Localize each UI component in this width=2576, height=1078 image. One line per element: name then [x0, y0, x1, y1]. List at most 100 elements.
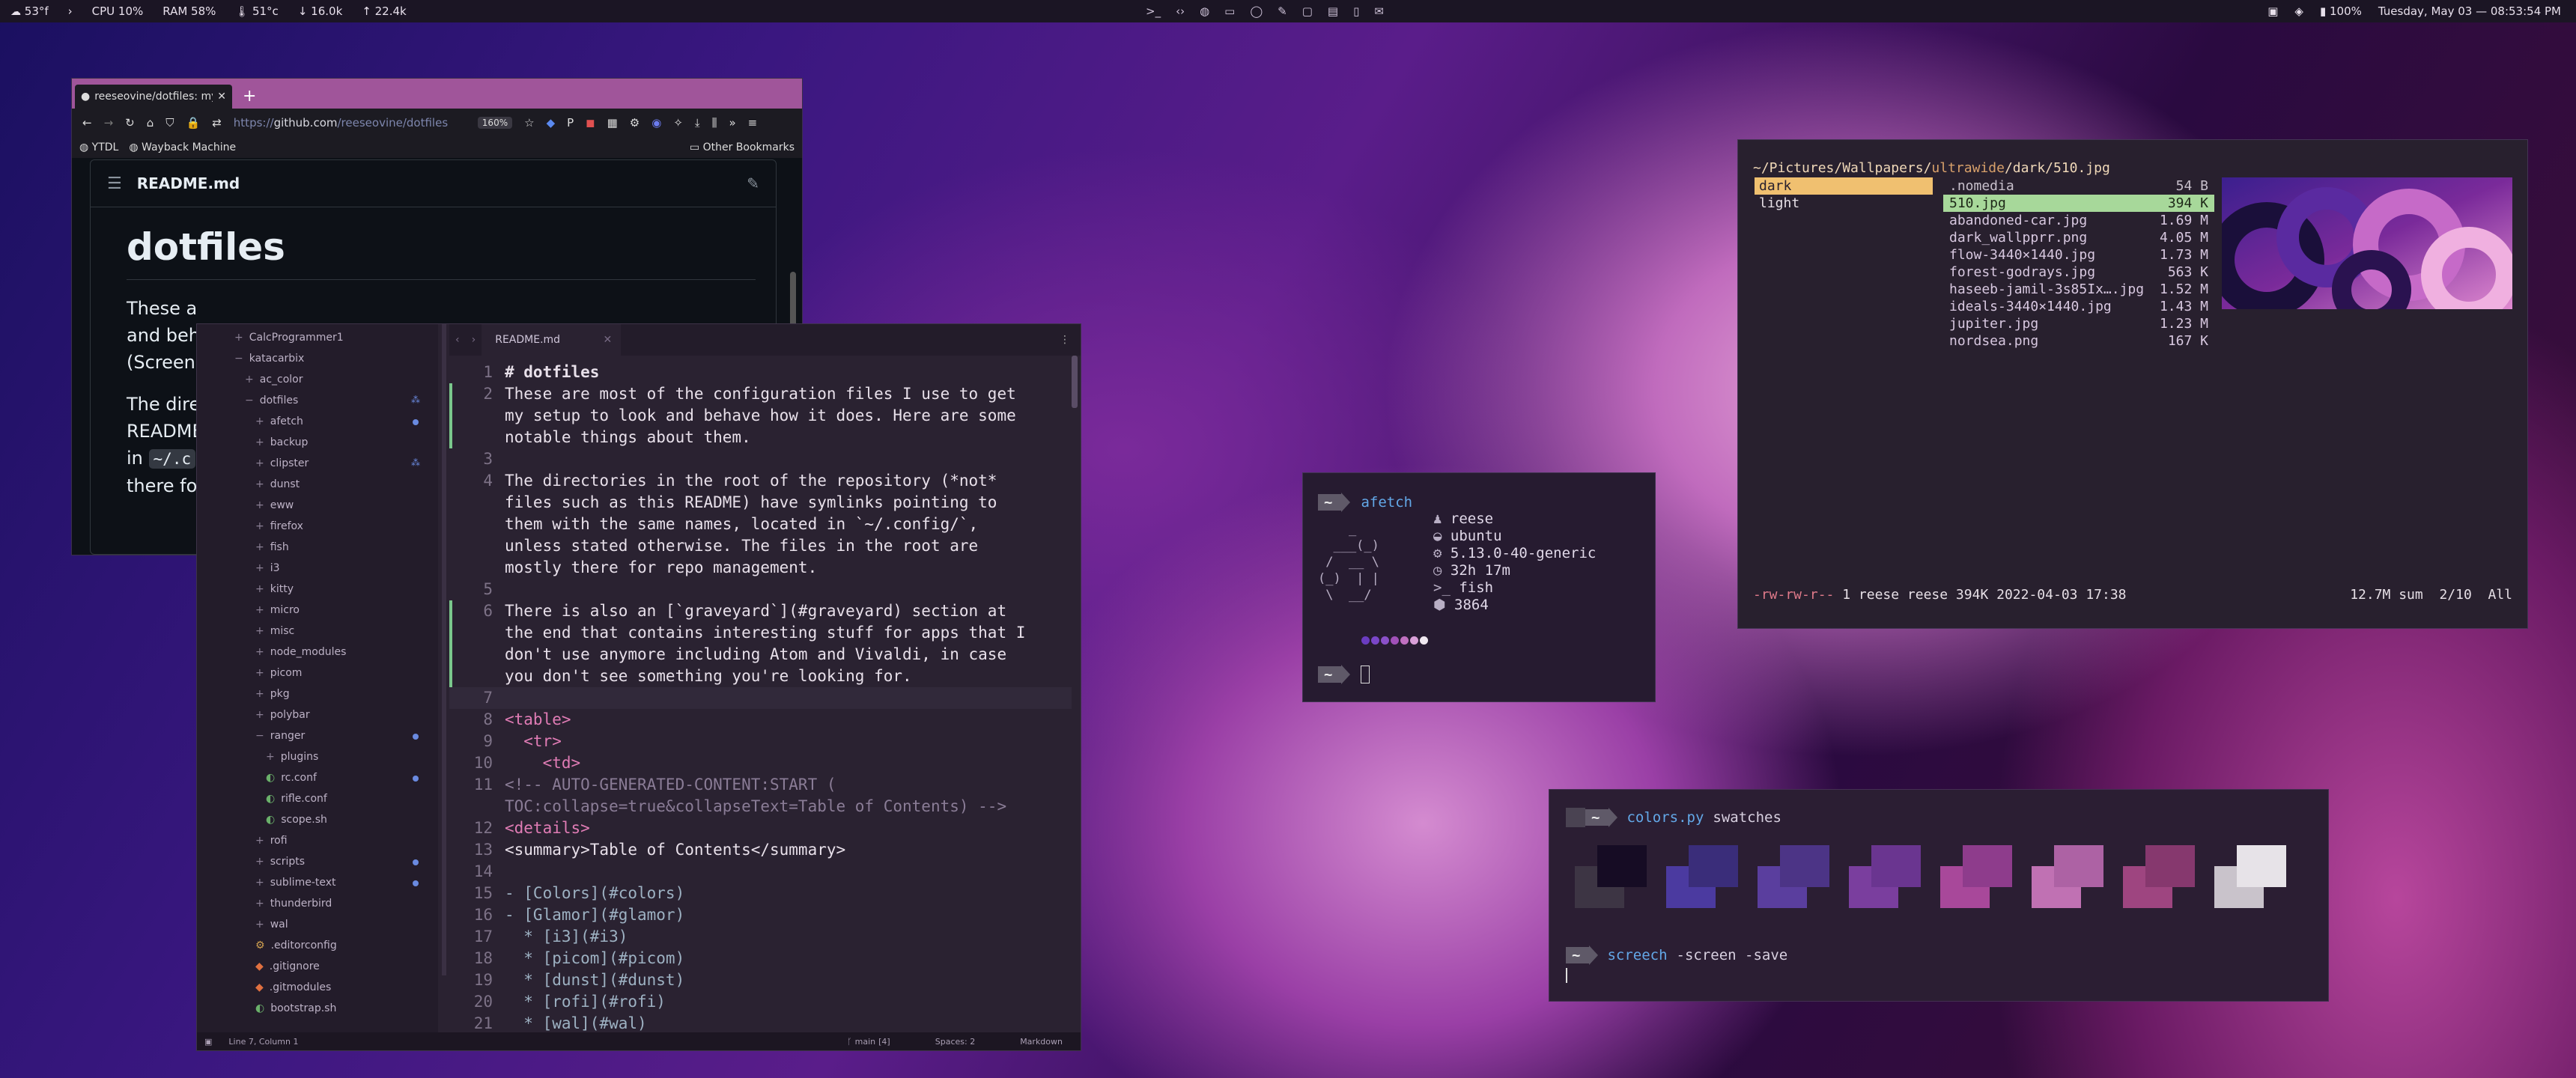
ranger-file[interactable]: forest-godrays.jpg 563 K: [1943, 264, 2214, 281]
terminal-icon[interactable]: >_: [1146, 4, 1161, 18]
ranger-file[interactable]: nordsea.png 167 K: [1943, 332, 2214, 350]
ranger-file[interactable]: dark_wallpprr.png 4.05 M: [1943, 229, 2214, 246]
ranger-dir[interactable]: light: [1759, 195, 1799, 212]
bookmark-item[interactable]: ◍ Wayback Machine: [129, 141, 236, 153]
close-icon[interactable]: ✕: [217, 91, 226, 103]
folder-icon[interactable]: ▤: [1328, 4, 1338, 18]
tree-item[interactable]: + afetch: [255, 411, 303, 432]
ranger-dir-selected[interactable]: dark: [1755, 177, 1933, 195]
reload-icon[interactable]: ↻: [125, 116, 135, 130]
tree-item[interactable]: + dunst: [255, 474, 300, 495]
tree-item[interactable]: − dotfiles: [245, 390, 298, 411]
tree-item[interactable]: + i3: [255, 558, 280, 579]
back-icon[interactable]: ←: [82, 116, 92, 130]
git-branch[interactable]: main: [855, 1037, 875, 1047]
url-bar[interactable]: https://github.com/reeseovine/dotfiles: [234, 116, 466, 130]
tree-item[interactable]: ◐ rc.conf: [266, 767, 317, 788]
close-icon[interactable]: ✕: [603, 324, 612, 356]
tree-item[interactable]: + kitty: [255, 579, 294, 600]
tree-item[interactable]: + fish: [255, 537, 289, 558]
tree-item[interactable]: ⚙ .editorconfig: [255, 935, 337, 956]
syntax[interactable]: Markdown: [1020, 1037, 1063, 1047]
ranger-file[interactable]: abandoned-car.jpg 1.69 M: [1943, 212, 2214, 229]
overflow-icon[interactable]: »: [729, 116, 735, 130]
editor-scrollbar[interactable]: [1072, 356, 1078, 408]
permissions-icon[interactable]: ⇄: [212, 116, 222, 130]
ranger-file[interactable]: ideals-3440×1440.jpg 1.43 M: [1943, 298, 2214, 315]
pencil-icon[interactable]: ✎: [747, 174, 759, 192]
shield-icon[interactable]: ◈: [2294, 4, 2303, 18]
extension-icon[interactable]: ◆: [547, 116, 556, 130]
zoom-badge[interactable]: 160%: [477, 117, 513, 129]
tree-item[interactable]: − katacarbix: [234, 348, 304, 369]
tree-item[interactable]: ◐ bootstrap.sh: [255, 998, 336, 1019]
indentation[interactable]: Spaces: 2: [935, 1037, 975, 1047]
tree-item[interactable]: + eww: [255, 495, 294, 516]
tree-item[interactable]: ◆ .gitignore: [255, 956, 320, 977]
code-icon[interactable]: ‹›: [1176, 4, 1185, 18]
tree-item[interactable]: + clipster: [255, 453, 309, 474]
extension-icon[interactable]: ✧: [673, 116, 683, 130]
code-area[interactable]: 1 # dotfiles 2 These are most of the config…: [449, 356, 1072, 1032]
browser-tab[interactable]: ● reeseovine/dotfiles: my ✕: [75, 85, 232, 109]
tree-item[interactable]: + backup: [255, 432, 308, 453]
tree-item[interactable]: − ranger: [255, 725, 305, 746]
tree-item[interactable]: + rofi: [255, 830, 288, 851]
tree-item[interactable]: + thunderbird: [255, 893, 332, 914]
ranger-file[interactable]: haseeb-jamil-3s85Ix….jpg 1.52 M: [1943, 281, 2214, 298]
star-icon[interactable]: ☆: [524, 116, 534, 130]
terminal-afetch[interactable]: ~ afetch _ ___(_) / __ \ (_) | | \ __/ ♟…: [1302, 472, 1656, 702]
window-icon[interactable]: ▢: [1302, 4, 1313, 18]
tree-item[interactable]: ◐ scope.sh: [266, 809, 327, 830]
bookmark-item[interactable]: ◍ YTDL: [79, 141, 118, 153]
weather-widget[interactable]: ☁ 53°f: [10, 4, 49, 18]
extension-icon[interactable]: ⚙: [630, 116, 640, 130]
tree-scrollbar[interactable]: [442, 324, 446, 975]
tree-item[interactable]: + plugins: [266, 746, 318, 767]
mail-icon[interactable]: ✉: [1374, 4, 1384, 18]
tree-item[interactable]: + pkg: [255, 683, 290, 704]
tree-item[interactable]: + scripts: [255, 851, 305, 872]
terminal-ranger[interactable]: ~/Pictures/Wallpapers/ultrawide/dark/510…: [1737, 139, 2528, 629]
home-icon[interactable]: ⌂: [147, 116, 154, 130]
tree-item[interactable]: + wal: [255, 914, 288, 935]
tree-item[interactable]: + picom: [255, 663, 302, 683]
extension-icon[interactable]: P: [567, 116, 574, 130]
cursor-position[interactable]: Line 7, Column 1: [228, 1037, 298, 1047]
tree-item[interactable]: + polybar: [255, 704, 310, 725]
new-tab-button[interactable]: +: [232, 87, 267, 109]
list-icon[interactable]: ☰: [107, 174, 122, 193]
tree-item[interactable]: + misc: [255, 621, 294, 642]
ranger-file[interactable]: .nomedia 54 B: [1943, 177, 2214, 195]
menu-icon[interactable]: ≡: [748, 116, 758, 130]
tree-item[interactable]: ◆ .gitmodules: [255, 977, 331, 998]
terminal-colors[interactable]: ~ colors.py swatches ~ screech -screen -…: [1549, 789, 2329, 1002]
document-icon[interactable]: ▯: [1353, 4, 1359, 18]
tree-item[interactable]: + ac_color: [245, 369, 303, 390]
extension-icon[interactable]: ▦: [607, 116, 618, 130]
tray-icon[interactable]: ▣: [2267, 4, 2278, 18]
more-icon[interactable]: ⋮: [1060, 334, 1070, 346]
extension-icon[interactable]: ◉: [651, 116, 661, 130]
download-icon[interactable]: ⤓: [695, 116, 700, 130]
chevron-left-icon[interactable]: ‹: [449, 334, 466, 346]
globe-icon[interactable]: ◍: [1200, 4, 1209, 18]
other-bookmarks[interactable]: ▭ Other Bookmarks: [690, 141, 795, 153]
chevron-right-icon[interactable]: ›: [466, 334, 482, 346]
tree-item[interactable]: + micro: [255, 600, 300, 621]
edit-icon[interactable]: ✎: [1278, 4, 1287, 18]
message-icon[interactable]: ◯: [1250, 4, 1263, 18]
tree-item[interactable]: + CalcProgrammer1: [234, 327, 344, 348]
extension-icon[interactable]: ◼: [586, 116, 595, 130]
editor-tab[interactable]: README.md ✕: [482, 324, 622, 356]
tree-item[interactable]: + sublime-text: [255, 872, 336, 893]
chat-icon[interactable]: ▭: [1224, 4, 1235, 18]
ranger-file[interactable]: 510.jpg 394 K: [1943, 195, 2214, 212]
tree-item[interactable]: + node_modules: [255, 642, 346, 663]
tree-item[interactable]: + firefox: [255, 516, 303, 537]
tree-item[interactable]: ◐ rifle.conf: [266, 788, 327, 809]
library-icon[interactable]: ⫼: [712, 116, 717, 130]
ranger-file[interactable]: jupiter.jpg 1.23 M: [1943, 315, 2214, 332]
shield-icon[interactable]: ⛉: [165, 116, 174, 130]
ranger-file[interactable]: flow-3440×1440.jpg 1.73 M: [1943, 246, 2214, 264]
